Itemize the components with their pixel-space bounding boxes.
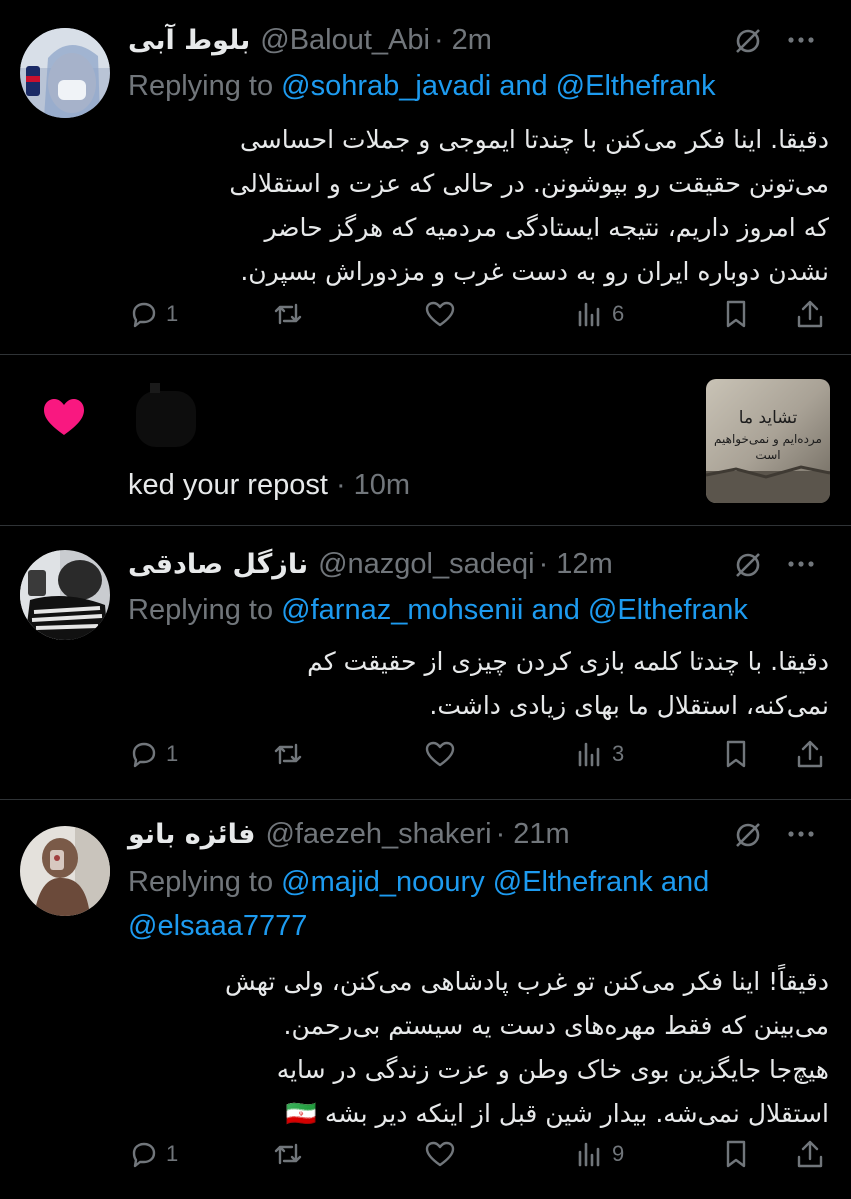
bookmark-icon (726, 300, 746, 328)
mention-link[interactable]: @majid_nooury (281, 866, 485, 898)
repost-button[interactable] (272, 294, 304, 334)
replying-to: Replying to @farnaz_mohsenii and @Elthef… (128, 594, 748, 626)
mention-link[interactable]: @Elthefrank (493, 866, 653, 898)
views-button[interactable]: 6 (574, 294, 624, 334)
views-count: 6 (612, 301, 625, 326)
timestamp[interactable]: · 12m (539, 548, 613, 581)
share-button[interactable] (794, 1134, 826, 1174)
display-name[interactable]: فائزه بانو (128, 819, 255, 850)
mention-link[interactable]: @Elthefrank (588, 594, 748, 626)
repost-icon (274, 303, 302, 325)
tweet-header: بلوط آبی @Balout_Abi · 2m (128, 18, 831, 62)
tweet-actions: 1 6 (128, 294, 831, 334)
reply-icon (132, 1142, 156, 1168)
repost-icon (274, 743, 302, 765)
like-button[interactable] (424, 1134, 456, 1174)
views-count: 3 (612, 741, 625, 766)
grok-icon[interactable] (733, 26, 763, 56)
handle[interactable]: @faezeh_shakeri (265, 818, 491, 851)
tweet-text: دقیقا. اینا فکر می‌کنن با چندتا ایموجی و… (229, 125, 829, 286)
more-icon[interactable] (785, 822, 817, 846)
reply-count: 1 (166, 1141, 179, 1166)
avatar[interactable] (20, 550, 110, 640)
notification-text: ked your repost · 10m (128, 469, 411, 501)
display-name[interactable]: نازگل صادقی (128, 549, 308, 580)
like-icon (425, 741, 455, 767)
tweet-header: نازگل صادقی @nazgol_sadeqi · 12m (128, 542, 831, 586)
handle[interactable]: @nazgol_sadeqi (318, 548, 534, 581)
tweet-text: دقیقاً! اینا فکر می‌کنن تو غرب پادشاهی م… (225, 967, 829, 1128)
reply-count: 1 (166, 741, 179, 766)
svg-text:مرده‌ایم و نمی‌خواهیم: مرده‌ایم و نمی‌خواهیم (714, 432, 822, 447)
mention-link[interactable]: @elsaaa7777 (128, 910, 307, 942)
reply-count: 1 (166, 301, 179, 326)
replying-to: Replying to @majid_nooury @Elthefrank an… (128, 866, 710, 898)
repost-button[interactable] (272, 1134, 304, 1174)
views-button[interactable]: 3 (574, 734, 624, 774)
repost-thumbnail[interactable]: تشاید ما مرده‌ایم و نمی‌خواهیم است (706, 379, 830, 503)
bookmark-button[interactable] (720, 734, 752, 774)
more-icon[interactable] (785, 28, 817, 52)
repost-button[interactable] (272, 734, 304, 774)
mention-link[interactable]: @sohrab_javadi (281, 70, 491, 102)
views-count: 9 (612, 1141, 625, 1166)
thumbnail-graffiti: تشاید ما (739, 408, 798, 428)
reply-icon (132, 302, 156, 328)
views-button[interactable]: 9 (574, 1134, 624, 1174)
reply-button[interactable]: 1 (128, 294, 178, 334)
more-icon[interactable] (785, 552, 817, 576)
tweet-card[interactable]: نازگل صادقی @nazgol_sadeqi · 12m Replyin… (0, 526, 851, 799)
tweet-header: فائزه بانو @faezeh_shakeri · 21m (128, 812, 831, 856)
like-icon (425, 1141, 455, 1167)
tweet-text: دقیقا. با چندتا کلمه بازی کردن چیزی از ح… (307, 647, 829, 720)
reply-icon (132, 742, 156, 768)
like-button[interactable] (424, 734, 456, 774)
like-icon (425, 301, 455, 327)
views-icon (578, 1142, 600, 1167)
mention-link[interactable]: @farnaz_mohsenii (281, 594, 523, 626)
mention-link[interactable]: @Elthefrank (556, 70, 716, 102)
bookmark-button[interactable] (720, 294, 752, 334)
views-icon (578, 302, 600, 327)
bookmark-button[interactable] (720, 1134, 752, 1174)
timestamp[interactable]: · 10m (336, 469, 410, 501)
grok-icon[interactable] (733, 550, 763, 580)
share-button[interactable] (794, 734, 826, 774)
handle[interactable]: @Balout_Abi (260, 24, 430, 57)
replying-to: Replying to @sohrab_javadi and @Elthefra… (128, 70, 716, 102)
timestamp[interactable]: · 21m (496, 818, 570, 851)
bookmark-icon (726, 740, 746, 768)
notification-card[interactable]: ked your repost · 10m تشاید ما مرده‌ایم … (0, 355, 851, 525)
like-button[interactable] (424, 294, 456, 334)
share-icon (797, 740, 823, 768)
avatar[interactable] (20, 28, 110, 118)
blurred-avatar (136, 383, 196, 447)
reply-button[interactable]: 1 (128, 734, 178, 774)
display-name[interactable]: بلوط آبی (128, 25, 250, 56)
grok-icon[interactable] (733, 820, 763, 850)
tweet-card[interactable]: بلوط آبی @Balout_Abi · 2m Replying to @s… (0, 0, 851, 354)
repost-icon (274, 1143, 302, 1165)
reply-button[interactable]: 1 (128, 1134, 178, 1174)
views-icon (578, 742, 600, 767)
share-icon (797, 1140, 823, 1168)
timestamp[interactable]: · 2m (434, 24, 492, 57)
share-button[interactable] (794, 294, 826, 334)
bookmark-icon (726, 1140, 746, 1168)
tweet-card[interactable]: فائزه بانو @faezeh_shakeri · 21m Replyin… (0, 800, 851, 1199)
tweet-actions: 1 9 (128, 1134, 831, 1174)
avatar[interactable] (20, 826, 110, 916)
replying-to-continued: @elsaaa7777 (128, 904, 831, 948)
heart-icon (44, 399, 84, 435)
svg-text:است: است (755, 448, 780, 462)
share-icon (797, 300, 823, 328)
tweet-actions: 1 3 (128, 734, 831, 774)
